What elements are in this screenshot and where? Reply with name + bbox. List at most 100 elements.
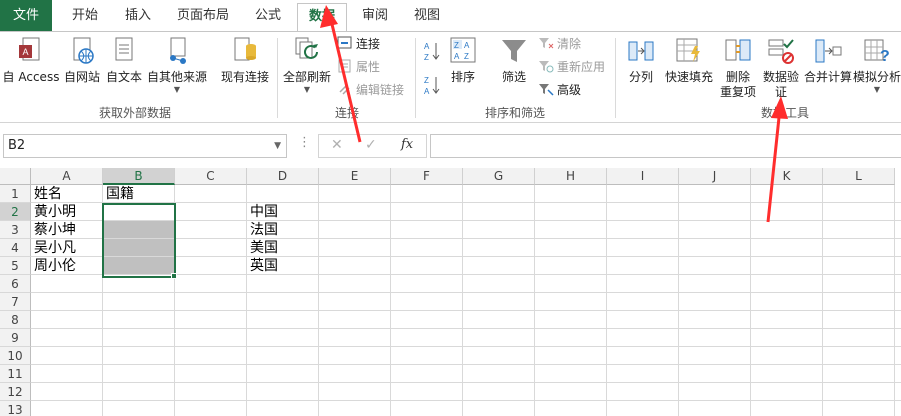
column-header-j[interactable]: J [679, 168, 751, 185]
column-header-b[interactable]: B [103, 168, 175, 185]
group-separator [615, 38, 616, 118]
advanced-filter-button[interactable]: 高级 [538, 80, 581, 100]
sort-button[interactable]: ZAAZ 排序 [446, 36, 480, 85]
grid-line [31, 310, 901, 311]
row-header-7[interactable]: 7 [0, 293, 31, 311]
from-web-button[interactable]: 自网站 [62, 36, 102, 85]
fill-handle[interactable] [171, 273, 177, 279]
column-header-h[interactable]: H [535, 168, 607, 185]
svg-text:A: A [424, 42, 430, 51]
tab-file[interactable]: 文件 [0, 0, 52, 31]
row-header-9[interactable]: 9 [0, 329, 31, 347]
cell-d3[interactable]: 法国 [247, 221, 319, 239]
group-separator [415, 38, 416, 118]
cell-d4[interactable]: 美国 [247, 239, 319, 257]
name-box[interactable]: B2 ▼ [3, 134, 287, 158]
text-file-icon [115, 37, 133, 61]
insert-function-icon[interactable]: fx [401, 137, 413, 152]
reapply-button[interactable]: 重新应用 [538, 57, 605, 77]
sort-dialog-icon: Z AA Z [450, 37, 476, 63]
column-header-c[interactable]: C [175, 168, 247, 185]
consolidate-button[interactable]: 合并计算 [803, 36, 853, 85]
grid-line [31, 364, 901, 365]
column-header-e[interactable]: E [319, 168, 391, 185]
tab-review[interactable]: 审阅 [352, 0, 398, 31]
worksheet-grid[interactable]: A B C D E F G H I J K L 1 2 3 4 5 6 7 8 9 10 11 12 13 姓名 国籍 黄小明 蔡小坤吴… [0, 168, 901, 416]
group-separator [277, 38, 278, 118]
column-header-l[interactable]: L [823, 168, 895, 185]
from-access-button[interactable]: A 自 Access [2, 36, 60, 85]
edit-links-button[interactable]: 编辑链接 [337, 80, 404, 100]
refresh-all-button[interactable]: 全部刷新 ▼ [282, 36, 332, 94]
cell-d2[interactable]: 中国 [247, 203, 319, 221]
tab-formulas[interactable]: 公式 [245, 0, 291, 31]
properties-button[interactable]: 属性 [337, 57, 380, 77]
chevron-down-icon[interactable]: ▼ [274, 135, 281, 157]
tab-home[interactable]: 开始 [60, 0, 110, 31]
cell-d5[interactable]: 英国 [247, 257, 319, 275]
row-header-5[interactable]: 5 [0, 257, 31, 275]
row-header-10[interactable]: 10 [0, 347, 31, 365]
text-to-columns-button[interactable]: 分列 [622, 36, 660, 85]
row-header-8[interactable]: 8 [0, 311, 31, 329]
tab-page-layout[interactable]: 页面布局 [168, 0, 238, 31]
cell-a5[interactable]: 周小伦 [31, 257, 103, 275]
what-if-analysis-icon: ? [864, 39, 890, 65]
row-header-2[interactable]: 2 [0, 203, 31, 221]
formula-input[interactable] [430, 134, 901, 158]
column-header-i[interactable]: I [607, 168, 679, 185]
column-header-f[interactable]: F [391, 168, 463, 185]
what-if-analysis-button[interactable]: ? 模拟分析 ▼ [853, 36, 901, 94]
flash-fill-button[interactable]: 快速填充 [664, 36, 714, 85]
remove-duplicates-button[interactable]: 删除 重复项 [718, 36, 758, 100]
column-header-d[interactable]: D [247, 168, 319, 185]
ribbon: A 自 Access 自网站 自文本 自其他来源 ▼ 获取外部数据 现有连接 全… [0, 31, 901, 123]
from-text-button[interactable]: 自文本 [104, 36, 144, 85]
enter-check-icon[interactable]: ✓ [365, 137, 377, 153]
svg-text:A: A [424, 87, 430, 96]
cancel-icon[interactable]: ✕ [331, 137, 343, 153]
chevron-down-icon: ▼ [873, 85, 881, 94]
access-database-icon: A [19, 37, 40, 61]
reapply-icon [539, 61, 554, 73]
connections-button[interactable]: 连接 [337, 34, 380, 54]
tab-insert[interactable]: 插入 [113, 0, 163, 31]
tab-data[interactable]: 数据 [297, 3, 347, 32]
cell-a1[interactable]: 姓名 [31, 185, 103, 203]
column-header-k[interactable]: K [751, 168, 823, 185]
svg-text:Z: Z [454, 41, 459, 50]
svg-text:Z: Z [424, 76, 429, 85]
row-header-11[interactable]: 11 [0, 365, 31, 383]
column-header-a[interactable]: A [31, 168, 103, 185]
svg-text:?: ? [880, 48, 890, 65]
other-sources-icon [170, 37, 186, 64]
selection-range [102, 203, 176, 278]
data-validation-button[interactable]: 数据验 证 [760, 36, 802, 100]
row-header-6[interactable]: 6 [0, 275, 31, 293]
sort-az-icon: AZ [424, 42, 440, 62]
cell-b1[interactable]: 国籍 [103, 185, 175, 203]
sort-ascending-button[interactable]: AZ [423, 40, 443, 62]
clear-filter-button[interactable]: 清除 [538, 34, 581, 54]
tab-view[interactable]: 视图 [404, 0, 450, 31]
from-other-sources-button[interactable]: 自其他来源 ▼ [146, 36, 208, 94]
row-header-1[interactable]: 1 [0, 185, 31, 203]
properties-icon [338, 59, 351, 73]
filter-button[interactable]: 筛选 [494, 36, 534, 85]
existing-connections-button[interactable]: 现有连接 [218, 36, 272, 85]
sort-za-icon: ZA [424, 76, 440, 96]
cell-a4[interactable]: 吴小凡 [31, 239, 103, 257]
select-all-corner[interactable] [0, 168, 31, 185]
cell-a3[interactable]: 蔡小坤 [31, 221, 103, 239]
row-header-3[interactable]: 3 [0, 221, 31, 239]
row-header-12[interactable]: 12 [0, 383, 31, 401]
remove-duplicates-icon [725, 39, 751, 61]
sort-descending-button[interactable]: ZA [423, 74, 443, 96]
cell-a2[interactable]: 黄小明 [31, 203, 103, 221]
column-header-g[interactable]: G [463, 168, 535, 185]
formula-bar: B2 ▼ ⋮ ✕ ✓ fx [0, 123, 901, 168]
consolidate-icon [815, 39, 842, 63]
formula-bar-grip-icon: ⋮ [298, 135, 311, 150]
row-header-4[interactable]: 4 [0, 239, 31, 257]
row-header-13[interactable]: 13 [0, 401, 31, 416]
